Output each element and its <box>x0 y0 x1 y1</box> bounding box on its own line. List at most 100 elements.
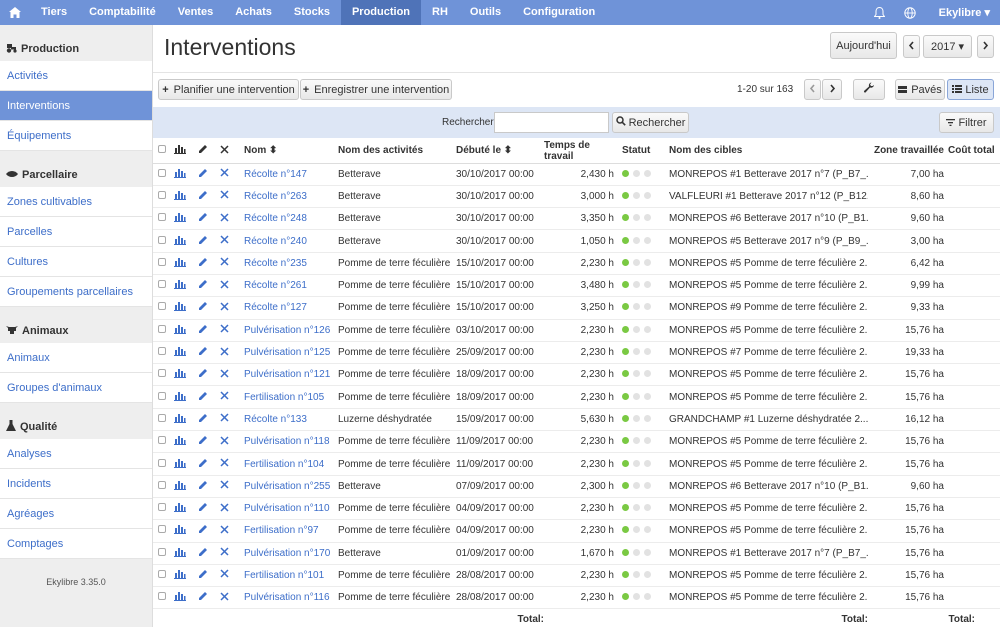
next-page-button[interactable] <box>822 79 842 100</box>
close-icon[interactable] <box>220 280 229 292</box>
pencil-icon[interactable] <box>198 190 208 203</box>
nav-item-configuration[interactable]: Configuration <box>512 0 606 25</box>
plan-intervention-button[interactable]: + Planifier une intervention <box>158 79 299 100</box>
row-nom-link[interactable]: Fertilisation n°104 <box>244 452 338 476</box>
bar-chart-icon[interactable] <box>174 369 186 381</box>
row-chart-cell[interactable] <box>174 252 198 275</box>
row-chart-cell[interactable] <box>174 497 198 521</box>
pencil-icon[interactable] <box>198 324 208 337</box>
pencil-icon[interactable] <box>198 347 208 359</box>
row-chart-cell[interactable] <box>174 163 198 186</box>
row-checkbox[interactable] <box>158 190 166 199</box>
column-header-statut[interactable]: Statut <box>622 139 669 164</box>
row-nom-link[interactable]: Récolte n°147 <box>244 163 338 186</box>
row-edit-cell[interactable] <box>198 207 220 231</box>
pencil-icon[interactable] <box>198 280 208 292</box>
close-icon[interactable] <box>220 525 229 537</box>
close-icon[interactable] <box>220 257 229 269</box>
pencil-icon[interactable] <box>198 569 208 582</box>
nav-item-achats[interactable]: Achats <box>224 0 283 25</box>
row-checkbox-cell[interactable] <box>153 408 174 432</box>
pencil-icon[interactable] <box>198 592 208 604</box>
row-checkbox-cell[interactable] <box>153 341 174 365</box>
row-edit-cell[interactable] <box>198 163 220 186</box>
table-row[interactable]: Récolte n°133 Luzerne déshydratée 15/09/20… <box>153 408 1000 432</box>
close-icon[interactable] <box>220 480 229 492</box>
row-chart-cell[interactable] <box>174 363 198 387</box>
row-checkbox-cell[interactable] <box>153 475 174 498</box>
row-checkbox-cell[interactable] <box>153 229 174 253</box>
row-delete-cell[interactable] <box>220 452 244 476</box>
bar-chart-icon[interactable] <box>174 592 186 604</box>
search-button[interactable]: Rechercher <box>612 112 689 133</box>
pencil-icon[interactable] <box>198 302 208 314</box>
row-checkbox[interactable] <box>158 503 166 512</box>
row-checkbox-cell[interactable] <box>153 497 174 521</box>
row-checkbox[interactable] <box>158 369 166 378</box>
sidebar-item[interactable]: Agréages <box>0 499 152 529</box>
record-intervention-button[interactable]: + Enregistrer une intervention <box>300 79 452 100</box>
pencil-icon[interactable] <box>198 391 208 404</box>
row-delete-cell[interactable] <box>220 519 244 543</box>
row-chart-cell[interactable] <box>174 452 198 476</box>
sidebar-item[interactable]: Incidents <box>0 469 152 499</box>
column-header-cibles[interactable]: Nom des cibles <box>669 139 868 164</box>
bar-chart-icon[interactable] <box>174 280 186 292</box>
row-chart-cell[interactable] <box>174 542 198 565</box>
nav-item-outils[interactable]: Outils <box>459 0 512 25</box>
row-checkbox-cell[interactable] <box>153 274 174 298</box>
row-checkbox-cell[interactable] <box>153 163 174 186</box>
row-nom-link[interactable]: Récolte n°235 <box>244 252 338 275</box>
sidebar-item[interactable]: Animaux <box>0 343 152 373</box>
sidebar-item[interactable]: Cultures <box>0 247 152 277</box>
row-delete-cell[interactable] <box>220 296 244 320</box>
row-edit-cell[interactable] <box>198 296 220 320</box>
close-icon[interactable] <box>220 235 229 247</box>
pencil-icon[interactable] <box>198 503 208 515</box>
row-edit-cell[interactable] <box>198 408 220 432</box>
nav-item-rh[interactable]: RH <box>421 0 459 25</box>
row-delete-cell[interactable] <box>220 475 244 498</box>
sidebar-item[interactable]: Activités <box>0 61 152 91</box>
bar-chart-icon[interactable] <box>174 436 186 448</box>
row-delete-cell[interactable] <box>220 497 244 521</box>
bar-chart-icon[interactable] <box>174 213 186 225</box>
row-checkbox-cell[interactable] <box>153 564 174 588</box>
row-edit-cell[interactable] <box>198 274 220 298</box>
close-icon[interactable] <box>220 346 229 359</box>
row-nom-link[interactable]: Récolte n°261 <box>244 274 338 298</box>
bar-chart-icon[interactable] <box>174 391 186 404</box>
row-checkbox-cell[interactable] <box>153 586 174 610</box>
sidebar-item[interactable]: Interventions <box>0 91 152 121</box>
previous-page-button[interactable] <box>804 79 821 100</box>
row-edit-cell[interactable] <box>198 586 220 610</box>
row-chart-cell[interactable] <box>174 430 198 454</box>
row-chart-cell[interactable] <box>174 564 198 588</box>
row-edit-cell[interactable] <box>198 185 220 209</box>
column-header-temps[interactable]: Temps de travail <box>544 139 622 164</box>
close-icon[interactable] <box>220 592 229 604</box>
table-row[interactable]: Pulvérisation n°170 Betterave 01/09/2017 0… <box>153 542 1000 565</box>
close-icon[interactable] <box>220 324 229 336</box>
column-header-activites[interactable]: Nom des activités <box>338 139 456 164</box>
next-year-button[interactable] <box>977 35 994 58</box>
column-header-zone[interactable]: Zone travaillée <box>868 139 948 164</box>
row-nom-link[interactable]: Récolte n°248 <box>244 207 338 231</box>
bar-chart-icon[interactable] <box>174 190 186 203</box>
row-checkbox-cell[interactable] <box>153 363 174 387</box>
row-delete-cell[interactable] <box>220 408 244 432</box>
row-checkbox[interactable] <box>158 347 166 356</box>
pencil-icon[interactable] <box>198 480 208 493</box>
table-row[interactable]: Pulvérisation n°118 Pomme de terre féculi… <box>153 430 1000 454</box>
table-row[interactable]: Récolte n°248 Betterave 30/10/2017 00:00 3,… <box>153 207 1000 231</box>
row-checkbox-cell[interactable] <box>153 452 174 476</box>
column-header-debut[interactable]: Débuté le ⬍ <box>456 139 544 164</box>
search-input[interactable] <box>494 112 609 133</box>
row-nom-link[interactable]: Pulvérisation n°126 <box>244 319 338 342</box>
row-chart-cell[interactable] <box>174 475 198 498</box>
row-edit-cell[interactable] <box>198 252 220 275</box>
nav-item-comptabilite[interactable]: Comptabilité <box>78 0 167 25</box>
table-row[interactable]: Pulvérisation n°116 Pomme de terre féculi… <box>153 586 1000 610</box>
view-paves-button[interactable]: Pavés <box>895 79 945 100</box>
row-checkbox-cell[interactable] <box>153 185 174 209</box>
